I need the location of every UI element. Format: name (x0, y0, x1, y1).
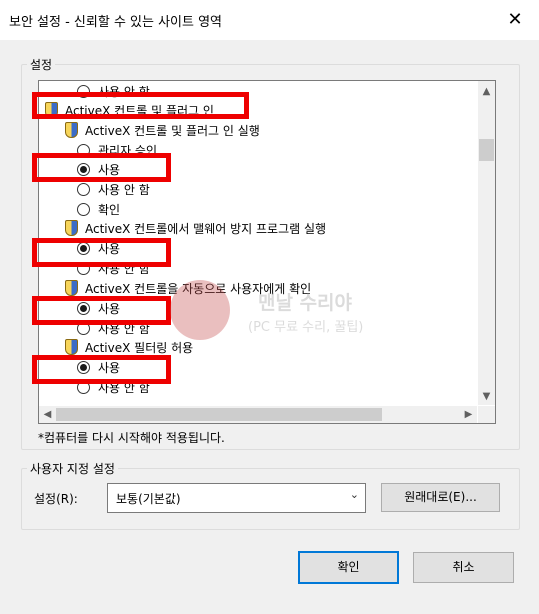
horizontal-scroll-thumb[interactable] (56, 408, 382, 421)
reset-button[interactable]: 원래대로(E)... (381, 483, 500, 512)
radio-icon[interactable] (77, 203, 90, 216)
row-label: ActiveX 컨트롤을 자동으로 사용자에게 확인 (85, 282, 312, 296)
custom-settings-group-label: 사용자 지정 설정 (27, 460, 118, 477)
titlebar: 보안 설정 - 신뢰할 수 있는 사이트 영역 ✕ (0, 0, 539, 40)
highlight-box (32, 296, 171, 325)
shield-icon (65, 339, 78, 355)
setting-level-dropdown[interactable]: 보통(기본값) ⌄ (107, 483, 366, 513)
setting-level-value: 보통(기본값) (116, 492, 181, 506)
scroll-right-icon[interactable]: ▶ (460, 406, 477, 423)
highlight-box (32, 355, 171, 384)
highlight-box (32, 238, 171, 267)
row-label: 사용 안 함 (98, 183, 150, 197)
highlight-box (32, 153, 171, 182)
setting-row: ActiveX 컨트롤에서 맬웨어 방지 프로그램 실행 (65, 220, 326, 238)
radio-option[interactable]: 확인 (77, 201, 120, 219)
cancel-button[interactable]: 취소 (413, 552, 514, 583)
scroll-corner (478, 406, 495, 423)
row-label: 확인 (98, 203, 121, 217)
radio-option[interactable]: 사용 안 함 (77, 181, 150, 199)
row-label: ActiveX 컨트롤에서 맬웨어 방지 프로그램 실행 (85, 222, 327, 236)
highlight-box (32, 92, 249, 119)
vertical-scroll-thumb[interactable] (479, 139, 494, 161)
vertical-scrollbar[interactable]: ▲ ▼ (478, 81, 495, 405)
setting-row: ActiveX 컨트롤 및 플러그 인 실행 (65, 122, 260, 140)
settings-group-label: 설정 (27, 56, 56, 73)
window-title: 보안 설정 - 신뢰할 수 있는 사이트 영역 (9, 15, 223, 30)
row-label: ActiveX 필터링 허용 (85, 341, 194, 355)
scroll-left-icon[interactable]: ◀ (39, 406, 56, 423)
shield-icon (65, 280, 78, 296)
radio-icon[interactable] (77, 183, 90, 196)
row-label: ActiveX 컨트롤 및 플러그 인 실행 (85, 124, 260, 138)
chevron-down-icon: ⌄ (349, 488, 359, 501)
setting-level-label: 설정(R): (34, 492, 78, 506)
scroll-up-icon[interactable]: ▲ (478, 83, 495, 100)
close-icon[interactable]: ✕ (503, 8, 527, 32)
scroll-down-icon[interactable]: ▼ (478, 388, 495, 405)
ok-button[interactable]: 확인 (298, 551, 399, 584)
shield-icon (65, 220, 78, 236)
horizontal-scrollbar[interactable]: ◀ ▶ (39, 406, 477, 423)
restart-note: *컴퓨터를 다시 시작해야 적용됩니다. (38, 431, 225, 445)
shield-icon (65, 122, 78, 138)
